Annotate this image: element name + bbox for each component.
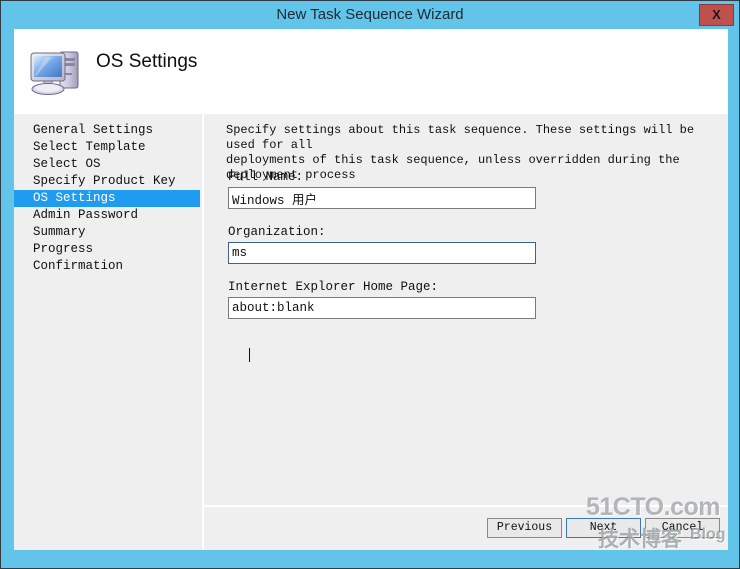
organization-input[interactable]: [228, 242, 536, 264]
sidebar-item-specify-product-key[interactable]: Specify Product Key: [14, 173, 202, 190]
wizard-body: General Settings Select Template Select …: [14, 114, 728, 550]
wizard-steps-sidebar: General Settings Select Template Select …: [14, 114, 202, 550]
sidebar-item-confirmation[interactable]: Confirmation: [14, 258, 202, 275]
computer-icon: [26, 41, 88, 101]
cancel-button[interactable]: Cancel: [645, 518, 720, 538]
text-caret: [249, 348, 250, 362]
window-title: New Task Sequence Wizard: [276, 6, 464, 23]
sidebar-item-os-settings[interactable]: OS Settings: [14, 190, 200, 207]
intro-line-1: Specify settings about this task sequenc…: [226, 123, 695, 152]
full-name-input[interactable]: [228, 187, 536, 209]
full-name-label: Full Name:: [228, 170, 304, 184]
next-button[interactable]: Next: [566, 518, 641, 538]
page-title: OS Settings: [96, 51, 198, 72]
wizard-header: OS Settings: [14, 29, 728, 114]
sidebar-item-general-settings[interactable]: General Settings: [14, 122, 202, 139]
footer-bar: Previous Next Cancel: [204, 507, 728, 550]
title-bar: New Task Sequence Wizard X: [1, 1, 739, 29]
close-button[interactable]: X: [699, 4, 734, 26]
wizard-window: New Task Sequence Wizard X OS Settings G…: [0, 0, 740, 569]
sidebar-item-summary[interactable]: Summary: [14, 224, 202, 241]
previous-button[interactable]: Previous: [487, 518, 562, 538]
sidebar-item-progress[interactable]: Progress: [14, 241, 202, 258]
sidebar-item-select-os[interactable]: Select OS: [14, 156, 202, 173]
sidebar-item-select-template[interactable]: Select Template: [14, 139, 202, 156]
ie-home-page-input[interactable]: [228, 297, 536, 319]
content-pane: Specify settings about this task sequenc…: [204, 114, 728, 550]
step-list: General Settings Select Template Select …: [14, 122, 202, 275]
ie-home-page-label: Internet Explorer Home Page:: [228, 280, 439, 294]
sidebar-item-admin-password[interactable]: Admin Password: [14, 207, 202, 224]
organization-label: Organization:: [228, 225, 326, 239]
